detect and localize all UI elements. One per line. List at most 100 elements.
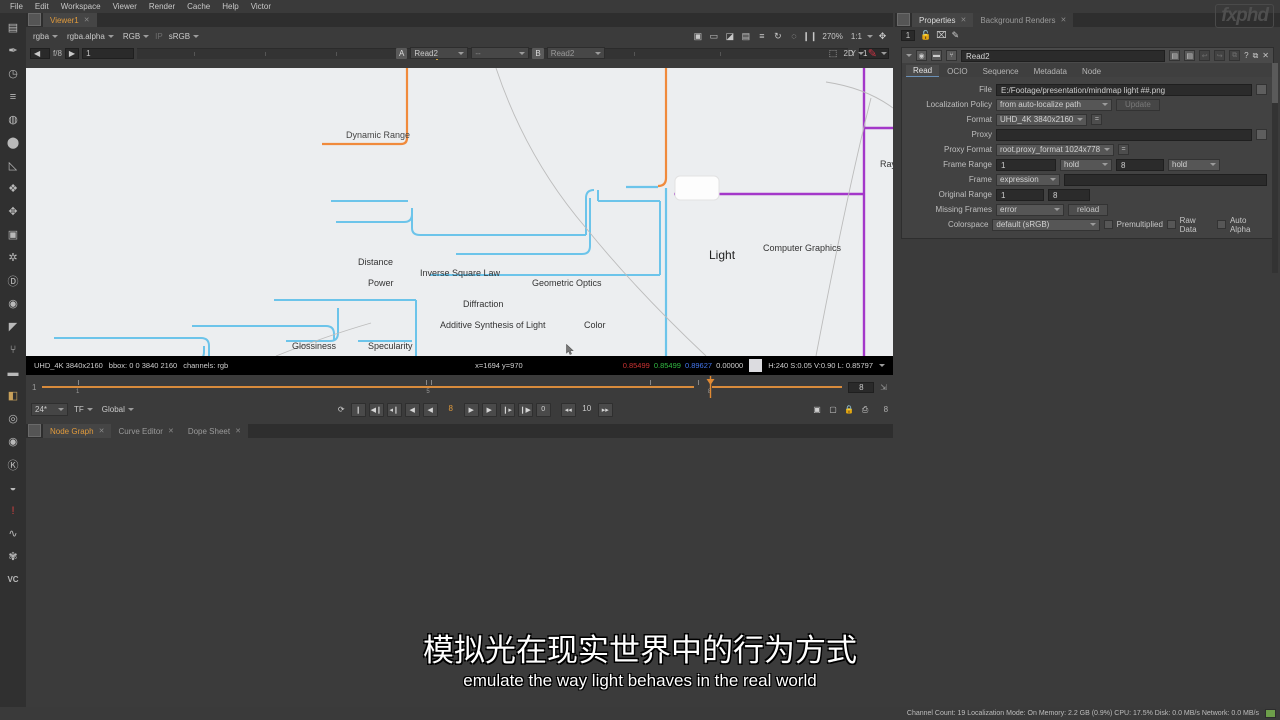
- menu-item-viewer[interactable]: Viewer: [107, 0, 143, 13]
- help-icon[interactable]: ?: [1244, 51, 1248, 60]
- goto-end-button[interactable]: ❙▶: [517, 402, 533, 417]
- node-mask-icon[interactable]: ▬: [931, 50, 942, 61]
- viewer-settings-icon[interactable]: ✥: [876, 30, 889, 43]
- node-redo-icon[interactable]: ↪: [1214, 50, 1226, 61]
- chevron-down-icon[interactable]: [881, 51, 887, 55]
- close-icon[interactable]: ✕: [168, 427, 174, 435]
- node-revert-icon[interactable]: ↩: [1199, 50, 1211, 61]
- other-node-icon[interactable]: ▬: [2, 362, 24, 383]
- increment-step-button[interactable]: ▸▸: [597, 402, 613, 417]
- pause-icon[interactable]: ❙❙: [802, 30, 817, 43]
- close-icon[interactable]: ✕: [1061, 16, 1067, 24]
- localization-policy-dropdown[interactable]: from auto-localize path: [996, 98, 1112, 111]
- format-expression-icon[interactable]: =: [1091, 114, 1103, 125]
- update-button[interactable]: Update: [1116, 98, 1160, 111]
- channel-dropdown[interactable]: rgba.alpha: [64, 30, 117, 43]
- node-copy-icon[interactable]: ⧉: [1229, 50, 1241, 61]
- input-a-dropdown[interactable]: Read2: [410, 47, 469, 59]
- play-forward-button[interactable]: ▶: [481, 402, 497, 417]
- frame-increment-display[interactable]: 0: [535, 402, 551, 417]
- particles-node-icon[interactable]: ✲: [2, 247, 24, 268]
- furnace-icon[interactable]: ◒: [2, 477, 24, 498]
- viewer-colorspace-dropdown[interactable]: sRGB: [166, 30, 202, 43]
- roi-icon[interactable]: ▣: [691, 30, 704, 43]
- auto-alpha-checkbox[interactable]: [1217, 220, 1226, 229]
- tab-viewer1[interactable]: Viewer1 ✕: [43, 13, 97, 27]
- edit-icon[interactable]: ✎: [952, 30, 960, 41]
- ocula-icon[interactable]: ◎: [2, 408, 24, 429]
- close-icon[interactable]: ✕: [960, 16, 966, 24]
- deep-node-icon[interactable]: Ⓓ: [2, 270, 24, 291]
- original-range-end-input[interactable]: 8: [1048, 188, 1090, 201]
- alert-icon[interactable]: !: [2, 500, 24, 521]
- clear-all-icon[interactable]: ⌧: [936, 30, 946, 41]
- format-dropdown[interactable]: UHD_4K 3840x2160: [996, 113, 1088, 126]
- node-save-preset-icon[interactable]: ▤: [1184, 50, 1196, 61]
- keylight-icon[interactable]: Ⓚ: [2, 454, 24, 475]
- step-forward-button[interactable]: ▶: [463, 402, 479, 417]
- frame-range-before-dropdown[interactable]: hold: [1060, 158, 1112, 171]
- panel-grip-icon[interactable]: [28, 13, 41, 26]
- tab-dope-sheet[interactable]: Dope Sheet ✕: [180, 424, 248, 438]
- node-tab-ocio[interactable]: OCIO: [940, 66, 975, 77]
- transform-node-icon[interactable]: ✥: [2, 201, 24, 222]
- raw-data-checkbox[interactable]: [1166, 220, 1176, 229]
- timeline-track[interactable]: 1 5 8: [42, 375, 843, 399]
- premultiplied-checkbox[interactable]: [1103, 220, 1113, 229]
- gain-stepper-left[interactable]: ◀: [30, 47, 50, 59]
- close-icon[interactable]: ✕: [235, 427, 241, 435]
- node-name-field[interactable]: Read2: [961, 49, 1166, 62]
- menu-item-victor[interactable]: Victor: [245, 0, 277, 13]
- close-icon[interactable]: ✕: [84, 16, 90, 24]
- pause-refresh-icon[interactable]: ◌: [787, 30, 800, 43]
- output-icon[interactable]: ⎙: [859, 403, 872, 416]
- close-icon[interactable]: ✕: [99, 427, 105, 435]
- node-tab-node[interactable]: Node: [1074, 66, 1109, 77]
- image-node-icon[interactable]: ▤: [2, 17, 24, 38]
- missing-frames-dropdown[interactable]: error: [996, 203, 1064, 216]
- layers-icon[interactable]: ≡: [755, 30, 768, 43]
- zoom-ratio[interactable]: 1:1: [849, 32, 864, 41]
- channel-node-icon[interactable]: ≡: [2, 86, 24, 107]
- playhead-marker-icon[interactable]: [706, 376, 715, 398]
- goto-start-button[interactable]: ◀❙: [368, 402, 384, 417]
- frame-expression-input[interactable]: [1064, 173, 1267, 186]
- properties-scrollbar[interactable]: [1272, 63, 1278, 273]
- loop-icon[interactable]: ⟳: [335, 403, 348, 416]
- decrement-step-button[interactable]: ◂◂: [560, 402, 576, 417]
- chevron-down-icon[interactable]: [879, 364, 885, 367]
- node-graph-canvas[interactable]: [26, 439, 893, 720]
- previous-keyframe-button[interactable]: ◂❙: [386, 402, 402, 417]
- frame-range-start-input[interactable]: 1: [996, 158, 1056, 171]
- tab-background-renders[interactable]: Background Renders ✕: [973, 13, 1074, 27]
- tab-node-graph[interactable]: Node Graph ✕: [43, 424, 112, 438]
- region-select-icon[interactable]: ⬚: [827, 47, 840, 60]
- frame-mode-dropdown[interactable]: expression: [996, 173, 1060, 186]
- float-panel-icon[interactable]: ⧉: [1253, 51, 1259, 61]
- status-indicator-icon[interactable]: [1265, 709, 1276, 718]
- layer-dropdown[interactable]: rgba: [30, 30, 61, 43]
- menu-item-help[interactable]: Help: [216, 0, 244, 13]
- refresh-icon[interactable]: ↻: [771, 30, 784, 43]
- filter-node-icon[interactable]: ⬤: [2, 132, 24, 153]
- metadata-node-icon[interactable]: ◤: [2, 316, 24, 337]
- timecode-mode-dropdown[interactable]: TF: [71, 403, 96, 416]
- nuke-x-icon[interactable]: ∿: [2, 523, 24, 544]
- fps-dropdown[interactable]: 24*: [31, 403, 68, 416]
- ip-label[interactable]: IP: [155, 32, 163, 41]
- timeline-expand-icon[interactable]: ⇲: [880, 383, 887, 392]
- viewer-mode[interactable]: 2D: [844, 49, 854, 58]
- panel-grip-icon[interactable]: [28, 424, 41, 437]
- lock-range-icon[interactable]: 🔒: [843, 403, 856, 416]
- proxy-toggle-icon[interactable]: ▢: [827, 403, 840, 416]
- menu-item-workspace[interactable]: Workspace: [55, 0, 107, 13]
- color-node-icon[interactable]: ◍: [2, 109, 24, 130]
- cara-vr-icon[interactable]: ◉: [2, 431, 24, 452]
- proxy-icon[interactable]: ▭: [707, 30, 720, 43]
- input-mix-dropdown[interactable]: --: [471, 47, 530, 59]
- original-range-start-input[interactable]: 1: [996, 188, 1044, 201]
- stereo-node-icon[interactable]: ◉: [2, 293, 24, 314]
- menu-item-cache[interactable]: Cache: [181, 0, 216, 13]
- menu-item-file[interactable]: File: [4, 0, 29, 13]
- play-backward-button[interactable]: ◀: [404, 402, 420, 417]
